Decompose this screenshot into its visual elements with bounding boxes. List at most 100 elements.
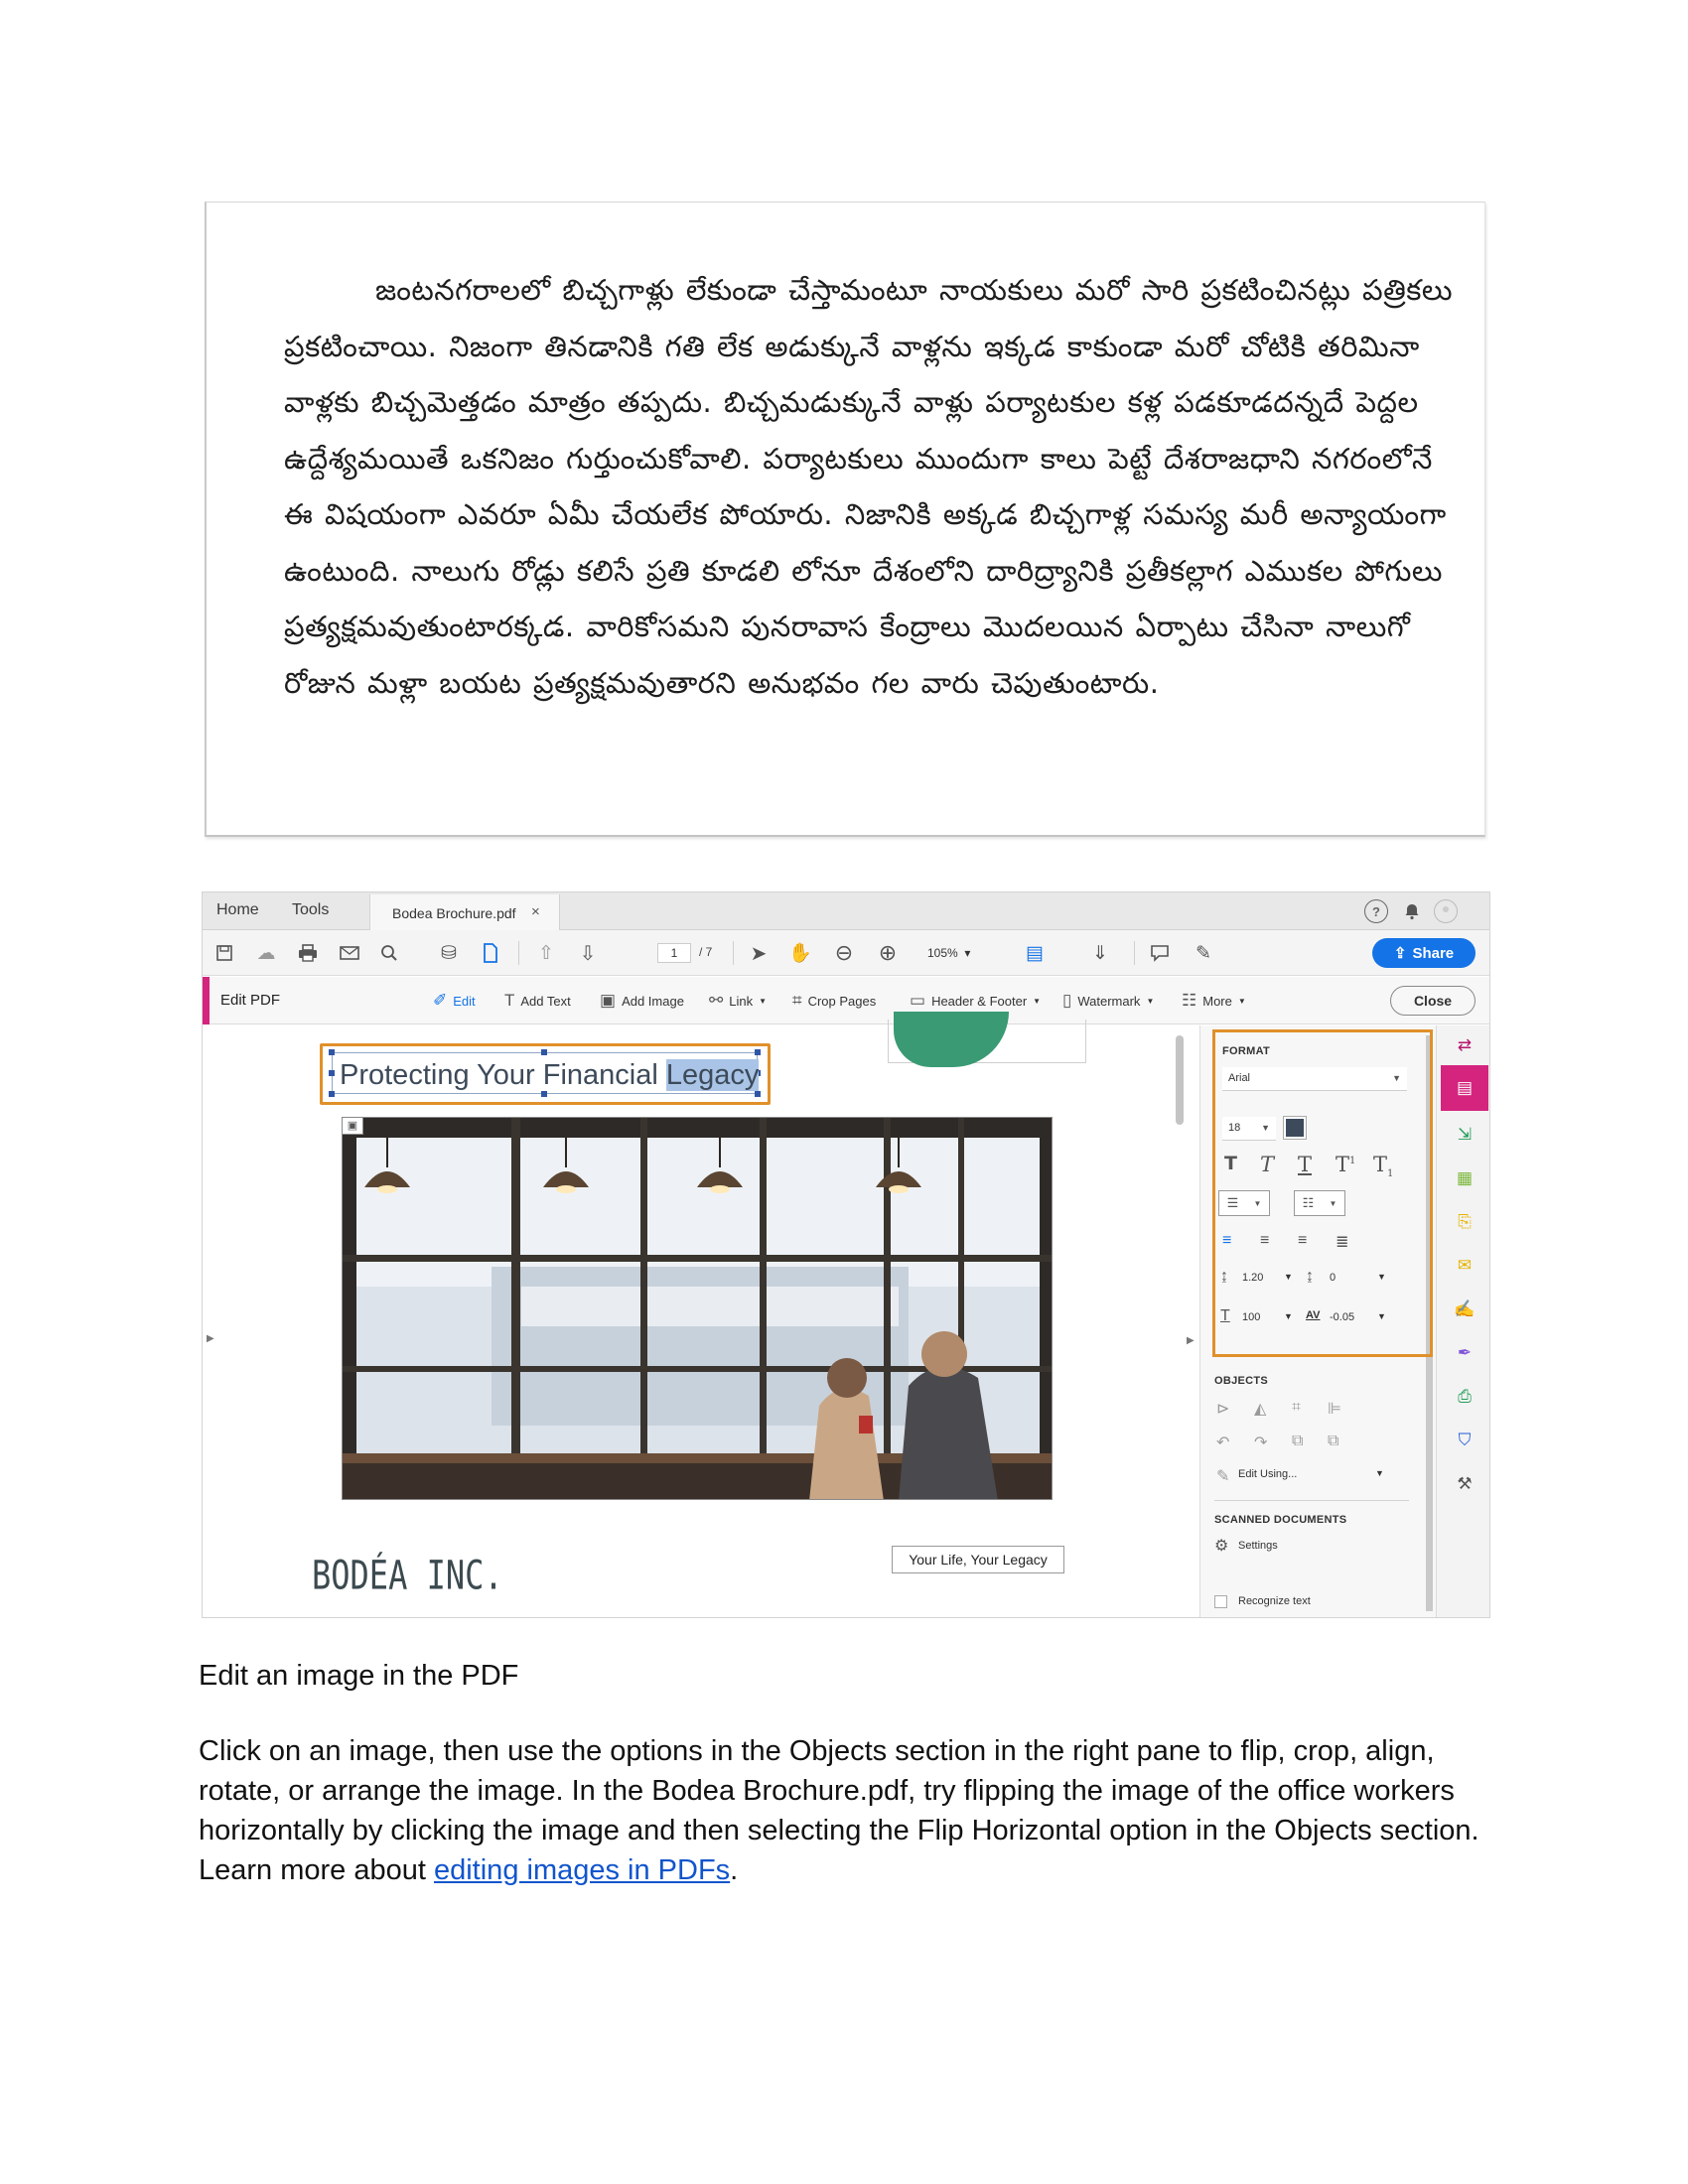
crop-image-icon[interactable]: ⌗: [1292, 1399, 1301, 1417]
settings-link[interactable]: Settings: [1238, 1540, 1278, 1552]
add-text-button[interactable]: T Add Text: [504, 991, 571, 1011]
collapse-panel-icon[interactable]: ▶: [1187, 1335, 1195, 1346]
heading-plain-text: Protecting Your Financial: [340, 1059, 666, 1091]
create-pdf-icon[interactable]: ▦: [1451, 1164, 1478, 1192]
chevron-down-icon[interactable]: ▼: [1375, 1468, 1384, 1478]
more-button[interactable]: ☷ More ▼: [1182, 991, 1246, 1011]
send-for-signature-icon[interactable]: ✒: [1451, 1339, 1478, 1367]
resize-handle[interactable]: [329, 1091, 335, 1097]
align-right-icon[interactable]: ≡: [1298, 1232, 1307, 1250]
resize-handle[interactable]: [755, 1049, 761, 1055]
office-workers-image[interactable]: [342, 1117, 1053, 1500]
scroll-mode-icon[interactable]: ⇓: [1088, 941, 1112, 965]
line-spacing-value[interactable]: 1.20: [1242, 1272, 1263, 1284]
edit-label: Edit: [453, 993, 476, 1009]
tab-tools[interactable]: Tools: [292, 901, 329, 919]
select-arrow-icon[interactable]: ➤: [747, 941, 771, 965]
cloud-upload-icon[interactable]: ☁: [254, 941, 278, 965]
align-objects-icon[interactable]: ⊫: [1328, 1399, 1341, 1419]
align-left-icon[interactable]: ≡: [1222, 1232, 1231, 1250]
comment-icon[interactable]: [1148, 941, 1172, 965]
save-icon[interactable]: [212, 941, 236, 965]
chevron-down-icon[interactable]: ▼: [1284, 1272, 1293, 1282]
hand-icon[interactable]: ✋: [788, 941, 812, 965]
tab-home[interactable]: Home: [216, 901, 259, 919]
numbered-list-button[interactable]: ☷ ▼: [1294, 1190, 1345, 1216]
rotate-right-icon[interactable]: ↷: [1254, 1433, 1267, 1452]
paragraph-spacing-icon: ↨: [1306, 1268, 1314, 1285]
mail-icon[interactable]: [338, 941, 361, 965]
text-color-swatch[interactable]: [1283, 1116, 1307, 1140]
italic-icon[interactable]: T: [1260, 1153, 1274, 1176]
chevron-down-icon[interactable]: ▼: [1377, 1311, 1386, 1321]
print-icon[interactable]: [296, 941, 320, 965]
previous-page-icon[interactable]: ⇧: [534, 941, 558, 965]
print-production-icon[interactable]: ⎙: [1451, 1383, 1478, 1411]
crop-pages-button[interactable]: ⌗ Crop Pages: [792, 991, 876, 1011]
underline-icon[interactable]: T: [1298, 1153, 1312, 1176]
align-center-icon[interactable]: ≡: [1260, 1232, 1269, 1250]
combine-files-icon[interactable]: ⎘: [1451, 1208, 1478, 1236]
header-footer-label: Header & Footer: [931, 993, 1028, 1009]
comment-tool-icon[interactable]: ✉: [1451, 1252, 1478, 1280]
arrange-icon[interactable]: ⧉: [1328, 1433, 1338, 1450]
heading-text-box[interactable]: Protecting Your Financial Legacy: [329, 1049, 761, 1097]
font-family-select[interactable]: Arial ▼: [1222, 1067, 1407, 1091]
superscript-icon[interactable]: T1: [1336, 1153, 1355, 1176]
expand-left-icon[interactable]: ▶: [207, 1333, 214, 1344]
subscript-icon[interactable]: T1: [1373, 1153, 1393, 1179]
chevron-down-icon[interactable]: ▼: [1377, 1272, 1386, 1282]
resize-handle[interactable]: [329, 1049, 335, 1055]
watermark-button[interactable]: ▯ Watermark ▼: [1062, 991, 1154, 1011]
resize-handle[interactable]: [329, 1070, 335, 1076]
search-icon[interactable]: [377, 941, 401, 965]
justify-icon[interactable]: ≣: [1336, 1232, 1348, 1252]
flip-horizontal-icon[interactable]: ◭: [1254, 1399, 1266, 1419]
close-button[interactable]: Close: [1390, 986, 1476, 1016]
zoom-in-icon[interactable]: ⊕: [876, 940, 900, 965]
link-button[interactable]: ⚯ Link ▼: [709, 991, 767, 1011]
recognize-text-checkbox[interactable]: [1214, 1595, 1227, 1608]
document-scrollbar[interactable]: [1176, 1035, 1184, 1125]
add-image-button[interactable]: ▣ Add Image: [600, 991, 684, 1011]
flip-vertical-icon[interactable]: ⊳: [1216, 1399, 1229, 1419]
more-tools-icon[interactable]: ⚒: [1451, 1470, 1478, 1498]
chevron-down-icon[interactable]: ▼: [1284, 1311, 1293, 1321]
replace-image-icon[interactable]: ⧉: [1292, 1433, 1303, 1450]
document-heading[interactable]: Protecting Your Financial Legacy: [340, 1059, 760, 1092]
pen-icon[interactable]: ✎: [1192, 941, 1215, 965]
paragraph-spacing-value[interactable]: 0: [1330, 1272, 1336, 1284]
horizontal-scale-value[interactable]: 100: [1242, 1311, 1260, 1323]
edit-using-label[interactable]: Edit Using...: [1238, 1468, 1297, 1480]
zoom-select[interactable]: 105% ▾: [927, 943, 999, 963]
edit-pdf-tool-icon[interactable]: ▤: [1451, 1074, 1478, 1102]
tab-document[interactable]: Bodea Brochure.pdf ×: [369, 894, 560, 930]
rotate-left-icon[interactable]: ↶: [1216, 1433, 1229, 1452]
stamp-icon[interactable]: ⛁: [437, 941, 461, 965]
edit-button[interactable]: ✐ Edit: [433, 991, 476, 1011]
bell-icon[interactable]: [1400, 899, 1424, 923]
bold-icon[interactable]: T: [1224, 1153, 1237, 1174]
help-icon[interactable]: ?: [1364, 899, 1388, 923]
instructions-paragraph: Click on an image, then use the options …: [199, 1731, 1499, 1890]
fill-sign-icon[interactable]: ✍: [1451, 1296, 1478, 1323]
resize-handle[interactable]: [541, 1049, 547, 1055]
page-display-icon[interactable]: ▤: [1023, 941, 1047, 965]
character-spacing-value[interactable]: -0.05: [1330, 1311, 1354, 1323]
close-icon[interactable]: ×: [531, 903, 540, 920]
profile-icon[interactable]: [1434, 899, 1458, 923]
toolbar-divider: [518, 941, 519, 965]
font-size-select[interactable]: 18 ▼: [1222, 1117, 1276, 1141]
organize-pages-icon[interactable]: ⇄: [1451, 1031, 1478, 1059]
page-number-input[interactable]: 1: [657, 943, 691, 963]
editing-images-link[interactable]: editing images in PDFs: [434, 1854, 730, 1886]
edit-pdf-icon[interactable]: [479, 941, 502, 965]
bullet-list-button[interactable]: ☰ ▼: [1218, 1190, 1270, 1216]
tagline-text-box[interactable]: Your Life, Your Legacy: [892, 1546, 1064, 1573]
export-pdf-icon[interactable]: ⇲: [1451, 1121, 1478, 1149]
header-footer-button[interactable]: ▭ Header & Footer ▼: [910, 991, 1041, 1011]
next-page-icon[interactable]: ⇩: [576, 941, 600, 965]
protect-icon[interactable]: ⛉: [1451, 1427, 1478, 1454]
share-button[interactable]: ⇪ Share: [1372, 938, 1476, 968]
zoom-out-icon[interactable]: ⊖: [832, 940, 856, 965]
